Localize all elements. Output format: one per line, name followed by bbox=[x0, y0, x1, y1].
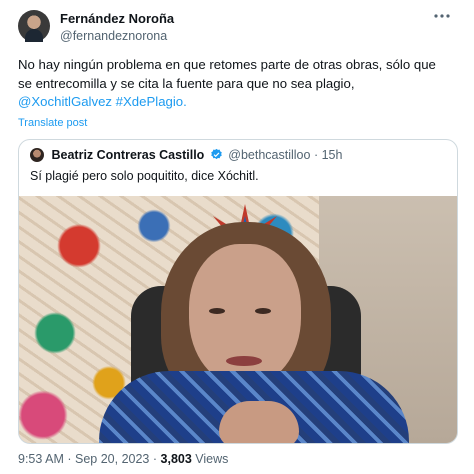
quoted-author-handle[interactable]: @bethcastilloo bbox=[228, 148, 310, 162]
author-info[interactable]: Fernández Noroña @fernandeznorona bbox=[60, 11, 174, 44]
quoted-post-header: Beatriz Contreras Castillo @bethcastillo… bbox=[30, 148, 342, 166]
quoted-separator: · bbox=[313, 148, 319, 162]
meta-separator-2: · bbox=[152, 452, 158, 466]
quoted-video[interactable] bbox=[19, 196, 457, 443]
post-mentions-hashtags[interactable]: @XochitlGalvez #XdePlagio. bbox=[18, 93, 458, 112]
person-left-eye bbox=[209, 308, 225, 314]
post-date[interactable]: Sep 20, 2023 bbox=[75, 452, 149, 466]
verified-badge-icon bbox=[210, 148, 223, 161]
quoted-post-card[interactable]: Beatriz Contreras Castillo @bethcastillo… bbox=[18, 139, 458, 444]
person-right-eye bbox=[255, 308, 271, 314]
quoted-author-avatar[interactable] bbox=[30, 148, 44, 162]
post-text: No hay ningún problema en que retomes pa… bbox=[18, 56, 458, 112]
meta-separator-1: · bbox=[67, 452, 72, 466]
author-handle[interactable]: @fernandeznorona bbox=[60, 28, 174, 44]
quoted-time[interactable]: 15h bbox=[322, 148, 343, 162]
post-metadata: 9:53 AM · Sep 20, 2023 · 3,803 Views bbox=[18, 452, 228, 466]
post-text-line-2: se entrecomilla y se cita la fuente para… bbox=[18, 75, 355, 91]
quoted-author-name[interactable]: Beatriz Contreras Castillo bbox=[51, 148, 204, 162]
views-label: Views bbox=[195, 452, 229, 466]
post-text-line-1: No hay ningún problema en que retomes pa… bbox=[18, 57, 436, 72]
post-time[interactable]: 9:53 AM bbox=[18, 452, 64, 466]
post-header: Fernández Noroña @fernandeznorona bbox=[18, 10, 458, 46]
person-mouth bbox=[226, 356, 262, 366]
more-options-icon[interactable] bbox=[432, 10, 452, 26]
clasped-hands bbox=[219, 401, 299, 443]
views-count: 3,803 bbox=[160, 452, 192, 466]
author-name[interactable]: Fernández Noroña bbox=[60, 11, 174, 27]
author-avatar[interactable] bbox=[18, 10, 50, 42]
translate-post-link[interactable]: Translate post bbox=[18, 117, 87, 129]
quoted-post-text: Sí plagié pero solo poquitito, dice Xóch… bbox=[30, 169, 259, 183]
